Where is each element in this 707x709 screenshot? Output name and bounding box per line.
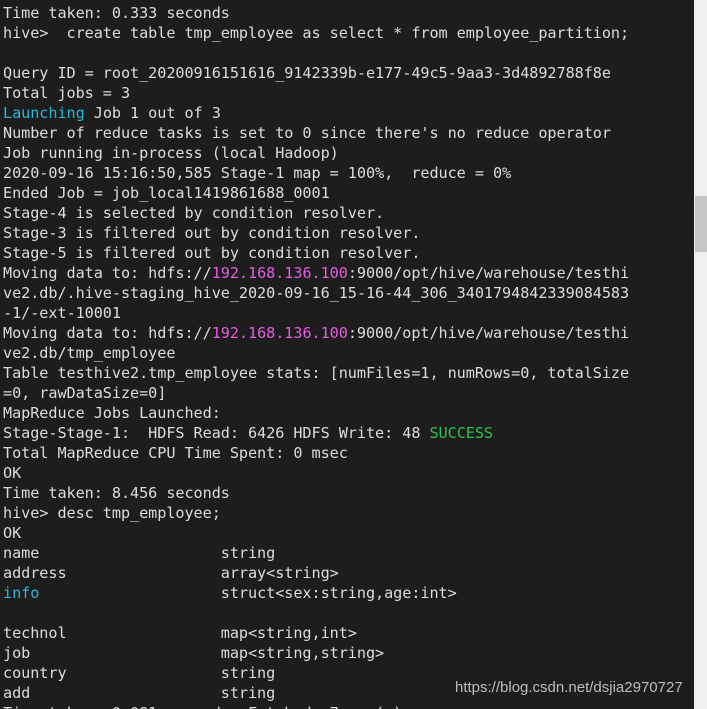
terminal-text-segment: Query ID = root_20200916151616_9142339b-… (3, 64, 611, 83)
terminal-text-segment: hive> desc tmp_employee; (3, 504, 221, 523)
terminal-line: OK (3, 523, 693, 543)
terminal-line: Moving data to: hdfs://192.168.136.100:9… (3, 263, 693, 283)
terminal-text-segment: address array<string> (3, 564, 339, 583)
terminal-screen[interactable]: Time taken: 0.333 seconds hive> create ta… (0, 0, 693, 709)
terminal-text-segment: technol map<string,int> (3, 624, 357, 643)
terminal-line: 2020-09-16 15:16:50,585 Stage-1 map = 10… (3, 163, 693, 183)
terminal-text-segment: Total MapReduce CPU Time Spent: 0 msec (3, 444, 348, 463)
terminal-line: Launching Job 1 out of 3 (3, 103, 693, 123)
terminal-line: country string (3, 663, 693, 683)
terminal-line: hive> desc tmp_employee; (3, 503, 693, 523)
terminal-text-segment: Job 1 out of 3 (84, 104, 221, 123)
terminal-text-segment: Time taken: 0.081 seconds, Fetched: 7 ro… (3, 704, 402, 709)
terminal-line: Time taken: 0.333 seconds (3, 3, 693, 23)
terminal-line: Number of reduce tasks is set to 0 since… (3, 123, 693, 143)
terminal-text-segment: MapReduce Jobs Launched: (3, 404, 221, 423)
terminal-text-segment: add string (3, 684, 276, 703)
terminal-text-segment: Job running in-process (local Hadoop) (3, 144, 339, 163)
terminal-text-segment: Stage-4 is selected by condition resolve… (3, 204, 385, 223)
terminal-text-segment: country string (3, 664, 276, 683)
terminal-line: Stage-4 is selected by condition resolve… (3, 203, 693, 223)
terminal-text-segment: Moving data to: hdfs:// (3, 264, 212, 283)
terminal-line: Time taken: 0.081 seconds, Fetched: 7 ro… (3, 703, 693, 709)
vertical-scrollbar-thumb[interactable] (695, 196, 707, 252)
terminal-line: add string (3, 683, 693, 703)
terminal-line: hive> create table tmp_employee as selec… (3, 23, 693, 43)
terminal-line: Table testhive2.tmp_employee stats: [num… (3, 363, 693, 383)
terminal-window: Time taken: 0.333 seconds hive> create ta… (0, 0, 707, 709)
terminal-output: Time taken: 0.333 seconds hive> create ta… (0, 3, 693, 709)
terminal-text-segment: Stage-3 is filtered out by condition res… (3, 224, 421, 243)
terminal-text-segment: Moving data to: hdfs:// (3, 324, 212, 343)
terminal-text-segment: info (3, 584, 40, 603)
terminal-line: job map<string,string> (3, 643, 693, 663)
terminal-text-segment: OK (3, 464, 22, 483)
terminal-text-segment: OK (3, 524, 22, 543)
terminal-line: -1/-ext-10001 (3, 303, 693, 323)
terminal-line: OK (3, 463, 693, 483)
terminal-text-segment: Ended Job = job_local1419861688_0001 (3, 184, 330, 203)
terminal-text-segment: ve2.db/.hive-staging_hive_2020-09-16_15-… (3, 284, 630, 303)
terminal-text-segment: ve2.db/tmp_employee (3, 344, 176, 363)
terminal-text-segment: -1/-ext-10001 (3, 304, 121, 323)
terminal-line: Total jobs = 3 (3, 83, 693, 103)
terminal-line: ve2.db/tmp_employee (3, 343, 693, 363)
terminal-line: Stage-Stage-1: HDFS Read: 6426 HDFS Writ… (3, 423, 693, 443)
terminal-text-segment: Time taken: 0.333 seconds (3, 4, 230, 23)
terminal-line: Total MapReduce CPU Time Spent: 0 msec (3, 443, 693, 463)
terminal-text-segment: job map<string,string> (3, 644, 385, 663)
terminal-text-segment: Launching (3, 104, 85, 123)
terminal-text-segment: 192.168.136.100 (211, 324, 348, 343)
terminal-line: technol map<string,int> (3, 623, 693, 643)
terminal-text-segment: Time taken: 8.456 seconds (3, 484, 230, 503)
terminal-text-segment: :9000/opt/hive/warehouse/testhi (347, 324, 630, 343)
terminal-text-segment: 2020-09-16 15:16:50,585 Stage-1 map = 10… (3, 164, 512, 183)
terminal-text-segment: Number of reduce tasks is set to 0 since… (3, 124, 611, 143)
terminal-line: Time taken: 8.456 seconds (3, 483, 693, 503)
terminal-text-segment: 192.168.136.100 (211, 264, 348, 283)
terminal-line: Job running in-process (local Hadoop) (3, 143, 693, 163)
terminal-line: Moving data to: hdfs://192.168.136.100:9… (3, 323, 693, 343)
terminal-text-segment: Total jobs = 3 (3, 84, 131, 103)
terminal-line: =0, rawDataSize=0] (3, 383, 693, 403)
terminal-text-segment: Table testhive2.tmp_employee stats: [num… (3, 364, 630, 383)
terminal-text-segment: hive> create table tmp_employee as selec… (3, 24, 630, 43)
terminal-text-segment: struct<sex:string,age:int> (39, 584, 457, 603)
terminal-text-segment: SUCCESS (429, 424, 493, 443)
terminal-line: Stage-3 is filtered out by condition res… (3, 223, 693, 243)
terminal-line: name string (3, 543, 693, 563)
terminal-text-segment: Stage-5 is filtered out by condition res… (3, 244, 421, 263)
terminal-text-segment: name string (3, 544, 276, 563)
terminal-text-segment: Stage-Stage-1: HDFS Read: 6426 HDFS Writ… (3, 424, 430, 443)
terminal-line: Ended Job = job_local1419861688_0001 (3, 183, 693, 203)
vertical-scrollbar-track[interactable] (693, 0, 707, 709)
terminal-line: Query ID = root_20200916151616_9142339b-… (3, 63, 693, 83)
terminal-line: info struct<sex:string,age:int> (3, 583, 693, 603)
terminal-line: ve2.db/.hive-staging_hive_2020-09-16_15-… (3, 283, 693, 303)
terminal-line: address array<string> (3, 563, 693, 583)
terminal-text-segment: =0, rawDataSize=0] (3, 384, 167, 403)
terminal-text-segment: :9000/opt/hive/warehouse/testhi (347, 264, 630, 283)
terminal-line: Stage-5 is filtered out by condition res… (3, 243, 693, 263)
terminal-line: MapReduce Jobs Launched: (3, 403, 693, 423)
